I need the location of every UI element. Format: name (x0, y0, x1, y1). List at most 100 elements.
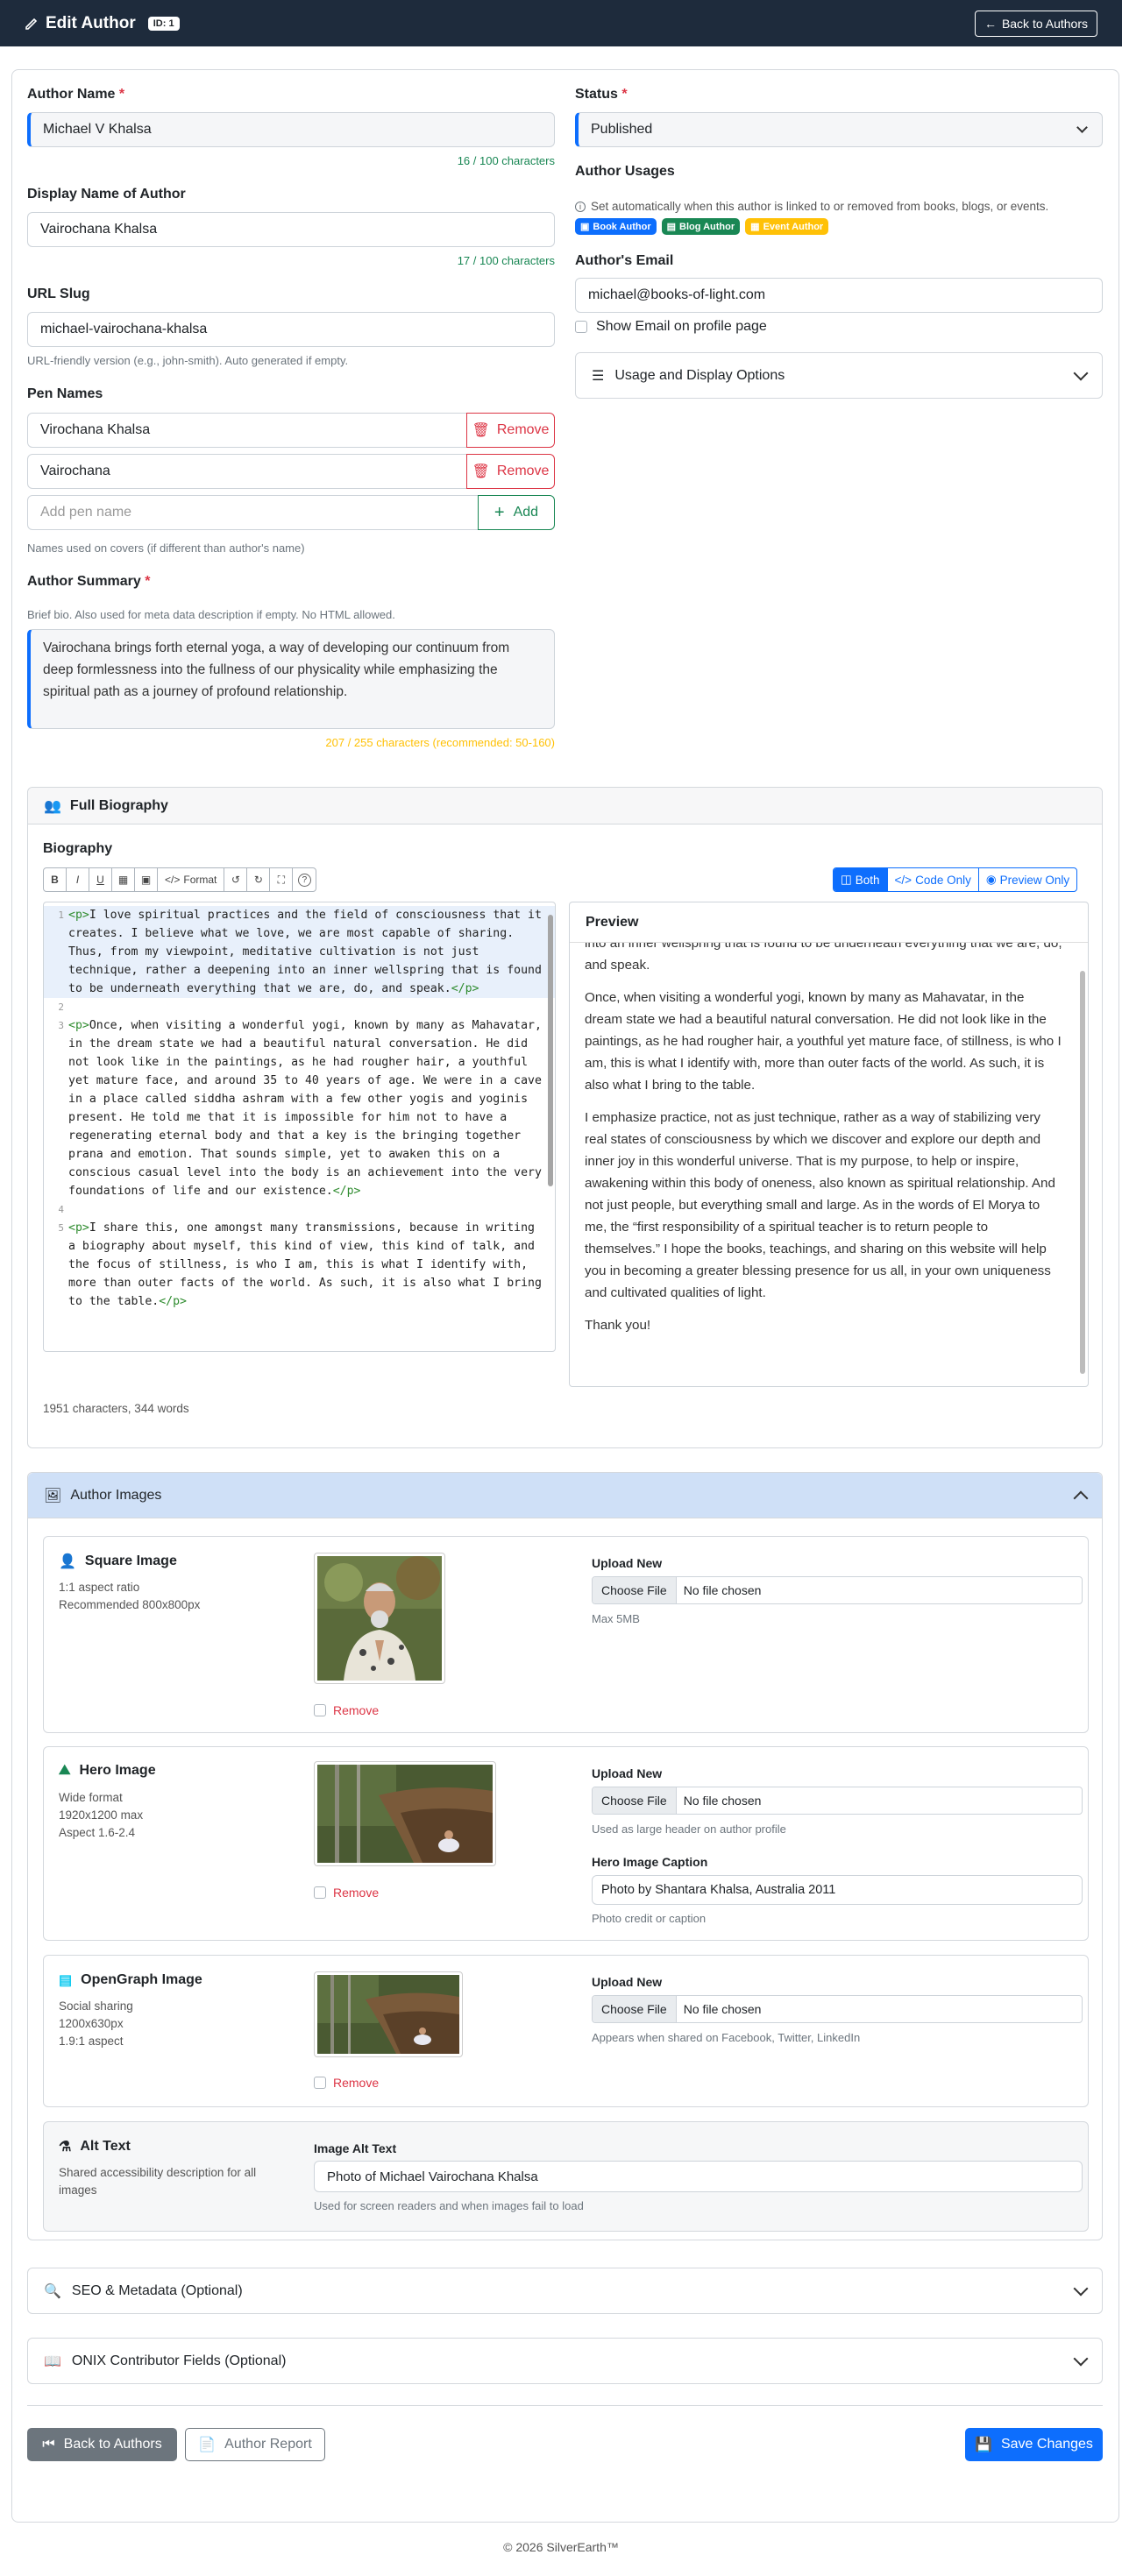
author-form-card: Author Name * Michael V Khalsa 16 / 100 … (11, 69, 1119, 2523)
code-text: <p>I love spiritual practices and the fi… (68, 909, 549, 995)
mode-preview-button[interactable]: ◉ Preview Only (977, 868, 1076, 891)
hero-caption-help: Photo credit or caption (592, 1912, 707, 1925)
checkbox[interactable] (575, 321, 587, 333)
pen-name-input[interactable]: Vairochana (27, 454, 467, 489)
author-report-button[interactable]: 📄 Author Report (185, 2428, 325, 2461)
pen-name-input[interactable]: Virochana Khalsa (27, 413, 467, 448)
og-upload-label: Upload New (592, 1975, 663, 1989)
alt-text-input[interactable]: Photo of Michael Vairochana Khalsa (314, 2161, 1083, 2192)
arrow-left-icon: ← (984, 16, 997, 31)
square-file-input[interactable]: Choose File No file chosen (592, 1576, 1083, 1604)
remove-hero-image[interactable]: Remove (314, 1886, 379, 1900)
status-select[interactable]: Published (575, 112, 1103, 147)
undo-icon[interactable]: ↺ (224, 868, 248, 891)
show-email-checkbox[interactable]: Show Email on profile page (575, 319, 767, 335)
code-line: 2 (44, 998, 555, 1016)
back-button-label: Back to Authors (1001, 16, 1088, 31)
trash-icon: 🗑 (472, 464, 490, 479)
checkbox[interactable] (314, 1886, 326, 1899)
code-block-icon[interactable]: ▦ (112, 868, 135, 891)
hero-file-input[interactable]: Choose File No file chosen (592, 1787, 1083, 1815)
mode-both-button[interactable]: ◫ Both (834, 868, 887, 891)
back-to-authors-bottom-button[interactable]: ⏮ Back to Authors (27, 2428, 177, 2461)
info-circle-icon: i (575, 201, 586, 212)
usage-badges: ▣ Book Author ▤ Blog Author ▦ Event Author (575, 218, 829, 235)
remove-pen-name-button[interactable]: 🗑 Remove (466, 413, 555, 448)
bold-button[interactable]: B (44, 868, 67, 891)
url-slug-input[interactable]: michael-vairochana-khalsa (27, 312, 555, 347)
email-input[interactable]: michael@books-of-light.com (575, 278, 1103, 313)
add-pen-name-input[interactable]: Add pen name (27, 495, 479, 530)
checkbox[interactable] (314, 2077, 326, 2089)
add-pen-name-button[interactable]: + Add (478, 495, 555, 530)
images-icon: 🖼 (44, 1488, 62, 1504)
mode-code-button[interactable]: </> Code Only (886, 868, 978, 891)
back-to-authors-button[interactable]: ← Back to Authors (974, 10, 1097, 37)
remove-pen-name-button[interactable]: 🗑 Remove (466, 454, 555, 489)
remove-square-image[interactable]: Remove (314, 1703, 379, 1717)
square-upload-label: Upload New (592, 1556, 663, 1570)
alt-text-title: ⚗ Alt Text (59, 2139, 131, 2155)
alt-text-field-label: Image Alt Text (314, 2141, 397, 2155)
italic-button[interactable]: I (67, 868, 89, 891)
underline-button[interactable]: U (89, 868, 112, 891)
opengraph-image-title: ▤ OpenGraph Image (59, 1972, 202, 1988)
preview-paragraph: into an inner wellspring that is found t… (585, 943, 1062, 973)
author-images-title: Author Images (70, 1487, 162, 1503)
preview-paragraph: Thank you! (585, 1318, 651, 1333)
choose-file-button[interactable]: Choose File (593, 1787, 677, 1814)
copyright: © 2026 SilverEarth™ (503, 2540, 619, 2554)
redo-icon[interactable]: ↻ (247, 868, 271, 891)
status-label: Status * (575, 87, 628, 102)
columns-icon: ◫ (841, 873, 852, 886)
remove-opengraph-image[interactable]: Remove (314, 2076, 379, 2090)
choose-file-button[interactable]: Choose File (593, 1996, 677, 2022)
usage-display-options-toggle[interactable]: ☰ Usage and Display Options (575, 352, 1103, 399)
code-text: <p>Once, when visiting a wonderful yogi,… (68, 1019, 549, 1198)
editor-scrollbar[interactable] (548, 915, 553, 1186)
hero-caption-label: Hero Image Caption (592, 1855, 708, 1869)
preview-paragraph: Once, when visiting a wonderful yogi, kn… (585, 990, 1062, 1093)
email-label: Author's Email (575, 253, 674, 268)
og-file-input[interactable]: Choose File No file chosen (592, 1995, 1083, 2023)
preview-scrollbar[interactable] (1080, 971, 1085, 1374)
display-name-input[interactable]: Vairochana Khalsa (27, 212, 555, 247)
biography-header: 👥 Full Biography (28, 788, 1102, 824)
search-icon: 🔍 (44, 2283, 61, 2299)
choose-file-button[interactable]: Choose File (593, 1577, 677, 1603)
summary-textarea[interactable]: Vairochana brings forth eternal yoga, a … (27, 629, 555, 729)
url-slug-help: URL-friendly version (e.g., john-smith).… (27, 354, 349, 367)
book-icon: ▣ (580, 222, 590, 232)
hero-caption-input[interactable]: Photo by Shantara Khalsa, Australia 2011 (592, 1875, 1083, 1905)
code-editor[interactable]: 1 <p>I love spiritual practices and the f… (43, 902, 556, 1352)
author-images-header[interactable]: 🖼 Author Images (28, 1473, 1102, 1518)
remove-label: Remove (333, 2076, 380, 2090)
author-name-input[interactable]: Michael V Khalsa (27, 112, 555, 147)
image-icon[interactable]: ▣ (135, 868, 158, 891)
save-changes-button[interactable]: 💾 Save Changes (965, 2428, 1103, 2461)
no-file-text: No file chosen (683, 1794, 762, 1808)
author-images-section: 🖼 Author Images 👤 Square Image 1:1 aspect … (27, 1472, 1103, 2240)
fullscreen-icon[interactable]: ⛶ (270, 868, 294, 891)
seo-metadata-toggle[interactable]: 🔍 SEO & Metadata (Optional) (27, 2268, 1103, 2314)
code-line: 1 <p>I love spiritual practices and the f… (44, 906, 555, 998)
remove-label: Remove (333, 1703, 380, 1717)
checkbox[interactable] (314, 1704, 326, 1716)
format-button[interactable]: </> Format (158, 868, 225, 891)
preview-title: Preview (570, 902, 1088, 943)
add-label: Add (513, 505, 539, 520)
summary-counter: 207 / 255 characters (recommended: 50-16… (325, 736, 555, 749)
save-label: Save Changes (1000, 2437, 1093, 2452)
portrait-icon: 👤 (59, 1554, 76, 1569)
save-icon: 💾 (975, 2438, 992, 2452)
help-button[interactable]: ? (293, 868, 316, 891)
chevron-down-icon (1073, 365, 1089, 380)
line-number: 4 (58, 1204, 64, 1215)
alt-text-help: Used for screen readers and when images … (314, 2199, 584, 2212)
onix-fields-toggle[interactable]: 📖 ONIX Contributor Fields (Optional) (27, 2338, 1103, 2384)
eye-icon: ◉ (985, 873, 997, 886)
landscape-icon: ⛰ (59, 1763, 71, 1778)
view-mode-toggle: ◫ Both </> Code Only ◉ Preview Only (833, 867, 1078, 892)
square-upload-help: Max 5MB (592, 1612, 640, 1625)
